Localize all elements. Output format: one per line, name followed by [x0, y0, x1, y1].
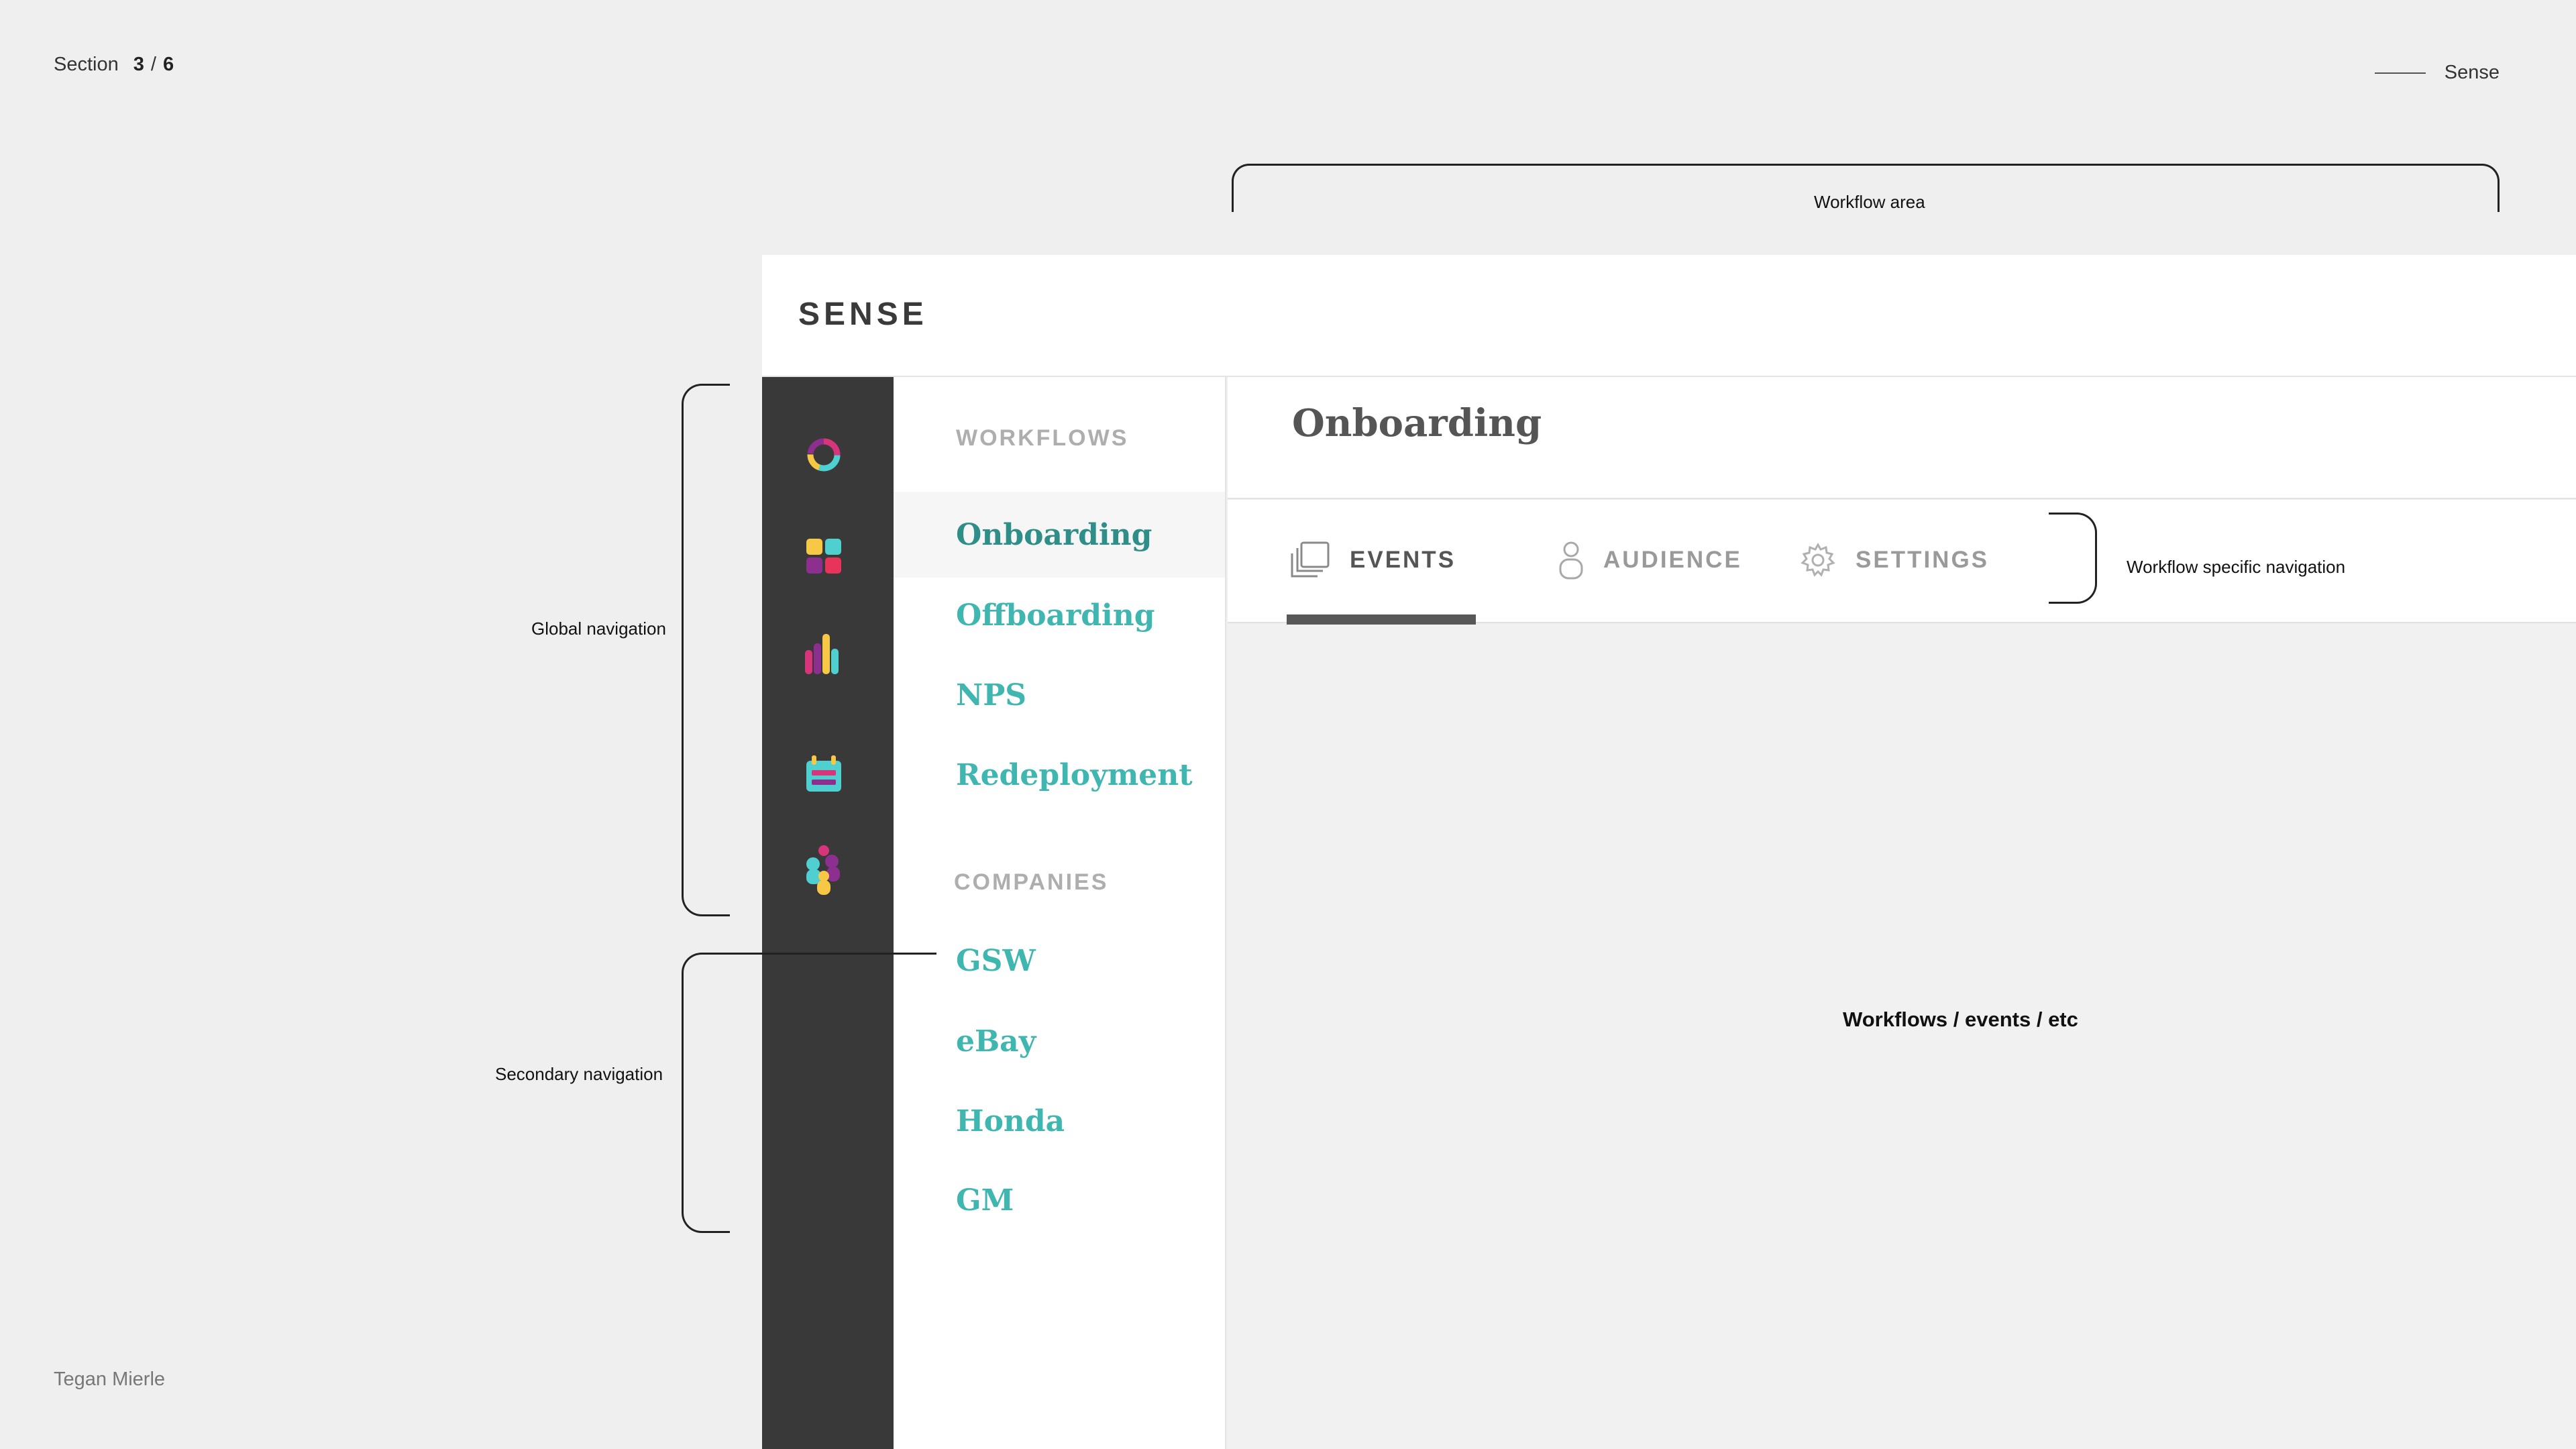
- tab-events-label: EVENTS: [1350, 547, 1456, 573]
- secondary-nav-item-honda[interactable]: Honda: [894, 1078, 1225, 1164]
- secondary-nav-item-gsw[interactable]: GSW: [894, 918, 1225, 1004]
- secondary-nav-item-redeployment[interactable]: Redeployment: [894, 732, 1225, 818]
- donut-chart-icon[interactable]: [802, 433, 845, 476]
- secondary-nav-item-onboarding[interactable]: Onboarding: [894, 492, 1225, 578]
- workflow-navigation-bracket: [2049, 513, 2097, 604]
- gear-icon: [1799, 541, 1837, 579]
- content-area: [1228, 625, 2576, 1449]
- secondary-nav-item-ebay[interactable]: eBay: [894, 998, 1225, 1084]
- content-placeholder: Workflows / events / etc: [1843, 1008, 2078, 1031]
- companies-heading: COMPANIES: [954, 869, 1109, 895]
- global-navigation-label: Global navigation: [531, 619, 666, 639]
- section-indicator: Section 3 / 6: [54, 54, 174, 76]
- brand-tag-rule: [2374, 72, 2426, 74]
- secondary-navigation-label: Secondary navigation: [495, 1064, 663, 1084]
- section-word: Section: [54, 54, 119, 75]
- secondary-nav-item-gm[interactable]: GM: [894, 1157, 1225, 1243]
- secondary-navigation-bracket: [682, 953, 730, 1233]
- secondary-nav-item-offboarding[interactable]: Offboarding: [894, 572, 1225, 658]
- active-tab-indicator: [1287, 614, 1476, 625]
- author-credit: Tegan Mierle: [54, 1368, 166, 1390]
- workflows-heading: WORKFLOWS: [956, 425, 1129, 451]
- calendar-icon[interactable]: [802, 753, 845, 796]
- section-current: 3: [133, 54, 144, 75]
- brand-tag: Sense: [2374, 62, 2500, 84]
- brand-tag-label: Sense: [2444, 62, 2500, 83]
- tab-settings[interactable]: SETTINGS: [1799, 530, 1989, 590]
- dashboard-grid-icon[interactable]: [802, 535, 845, 578]
- page-title: Onboarding: [1292, 401, 1542, 445]
- workflow-area-label: Workflow area: [1814, 192, 1925, 212]
- tab-events[interactable]: EVENTS: [1289, 530, 1456, 590]
- section-separator: /: [150, 54, 156, 75]
- app-topbar: [762, 255, 2576, 377]
- secondary-nav-item-nps[interactable]: NPS: [894, 652, 1225, 738]
- tab-audience-label: AUDIENCE: [1603, 547, 1742, 573]
- person-icon: [1558, 541, 1585, 580]
- tab-settings-label: SETTINGS: [1856, 547, 1990, 573]
- layers-icon: [1289, 541, 1331, 579]
- people-icon[interactable]: [802, 845, 845, 895]
- bar-chart-icon[interactable]: [802, 633, 845, 676]
- section-total: 6: [162, 54, 174, 75]
- secondary-navigation-connector: [711, 953, 936, 955]
- app-logo[interactable]: SENSE: [798, 296, 928, 333]
- workflow-navigation-label: Workflow specific navigation: [2127, 557, 2346, 577]
- tab-audience[interactable]: AUDIENCE: [1558, 530, 1742, 590]
- global-navigation-bracket: [682, 384, 730, 916]
